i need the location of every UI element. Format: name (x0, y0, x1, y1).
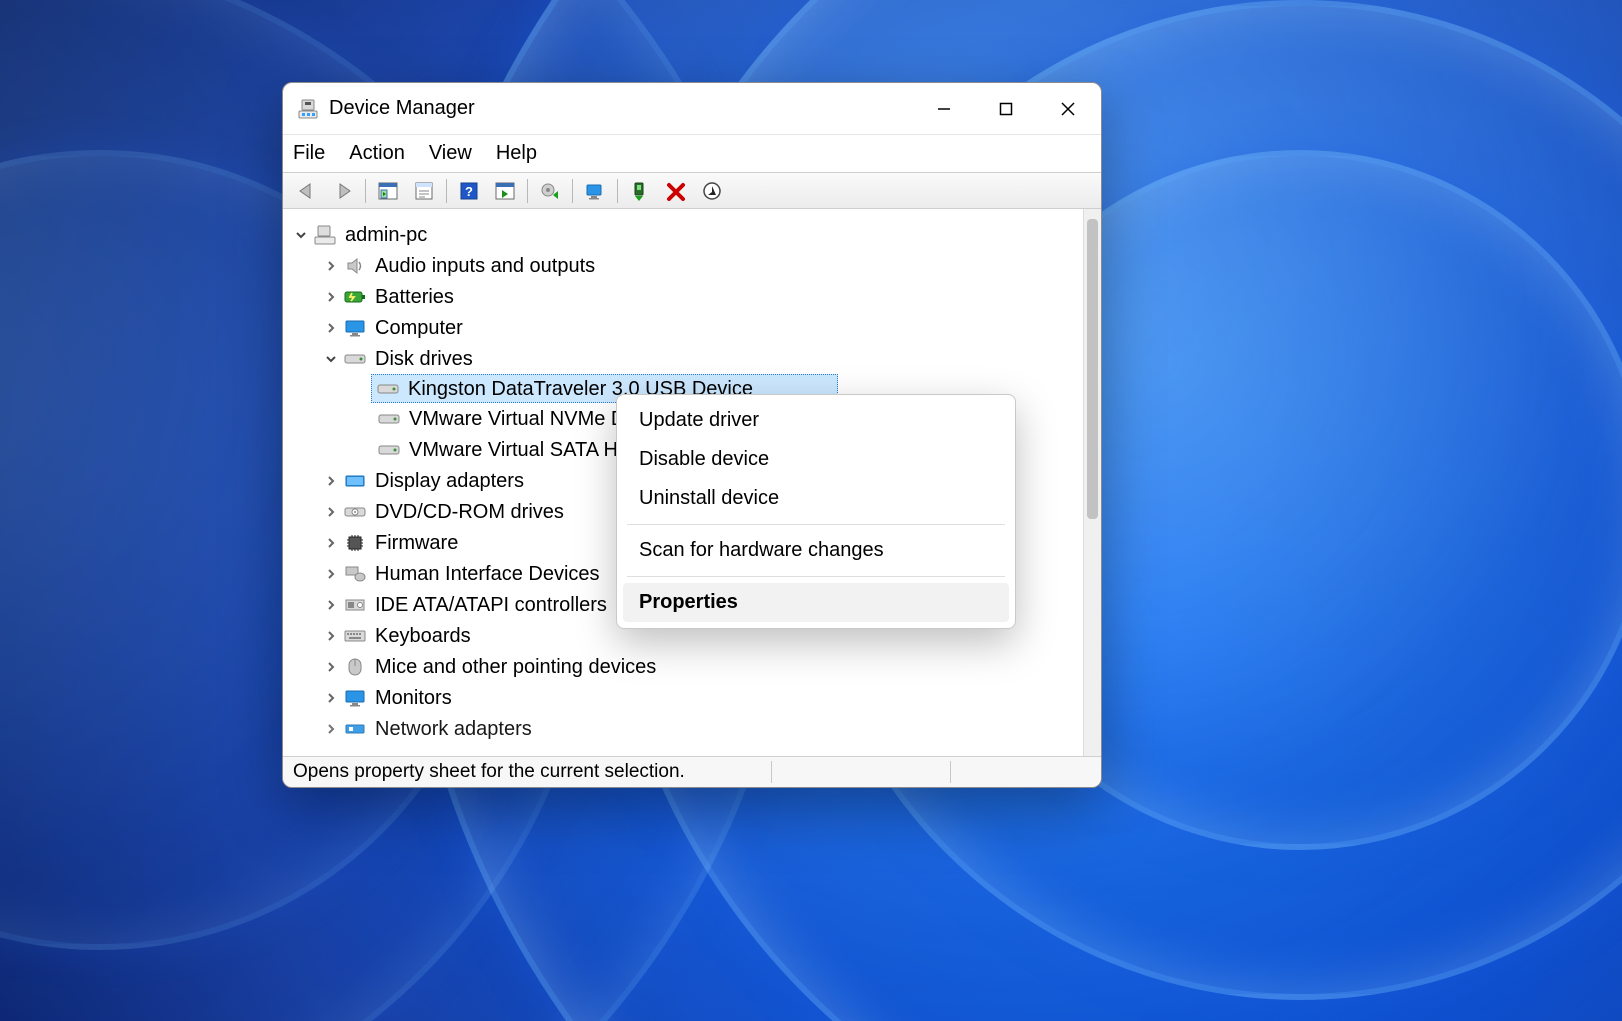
ctx-update-driver[interactable]: Update driver (617, 401, 1015, 440)
disable-device-button[interactable] (660, 177, 692, 205)
chevron-right-icon[interactable] (321, 318, 341, 338)
chevron-right-icon[interactable] (321, 564, 341, 584)
hid-icon (343, 562, 367, 586)
device-manager-icon (297, 98, 319, 120)
firmware-chip-icon (343, 531, 367, 555)
ctx-disable-device[interactable]: Disable device (617, 440, 1015, 479)
display-adapter-icon (343, 469, 367, 493)
chevron-down-icon[interactable] (291, 225, 311, 245)
action-list-button[interactable] (489, 177, 521, 205)
back-button[interactable] (291, 177, 323, 205)
minimize-button[interactable] (913, 89, 975, 129)
dvd-drive-icon (343, 500, 367, 524)
computer-icon (313, 223, 337, 247)
disk-drive-icon (377, 438, 401, 462)
tree-label: admin-pc (345, 225, 427, 245)
tree-label: Keyboards (375, 626, 471, 646)
tree-category-mice[interactable]: Mice and other pointing devices (291, 651, 1079, 682)
tree-label: Monitors (375, 688, 452, 708)
ctx-uninstall-device[interactable]: Uninstall device (617, 479, 1015, 518)
tree-label: Computer (375, 318, 463, 338)
tree-category-computer[interactable]: Computer (291, 312, 1079, 343)
tree-category-batteries[interactable]: Batteries (291, 281, 1079, 312)
update-driver-button[interactable] (534, 177, 566, 205)
maximize-button[interactable] (975, 89, 1037, 129)
tree-label: Firmware (375, 533, 458, 553)
chevron-down-icon[interactable] (321, 349, 341, 369)
menu-file[interactable]: File (293, 142, 325, 165)
disk-drive-icon (376, 377, 400, 401)
enable-device-button[interactable] (624, 177, 656, 205)
tree-label: VMware Virtual NVMe Disk (409, 409, 650, 429)
tree-label: Display adapters (375, 471, 524, 491)
speaker-icon (343, 254, 367, 278)
tree-category-network[interactable]: Network adapters (291, 713, 1079, 744)
tree-label: Batteries (375, 287, 454, 307)
tree-category-audio[interactable]: Audio inputs and outputs (291, 250, 1079, 281)
tree-label: IDE ATA/ATAPI controllers (375, 595, 607, 615)
chevron-right-icon[interactable] (321, 256, 341, 276)
chevron-right-icon[interactable] (321, 471, 341, 491)
chevron-right-icon[interactable] (321, 533, 341, 553)
battery-icon (343, 285, 367, 309)
ctx-properties[interactable]: Properties (623, 583, 1009, 622)
desktop-wallpaper: Device Manager File Action View Help (0, 0, 1622, 1021)
context-menu-separator (627, 576, 1005, 577)
help-button[interactable]: ? (453, 177, 485, 205)
scrollbar-thumb[interactable] (1087, 219, 1098, 519)
tree-label: Disk drives (375, 349, 473, 369)
chevron-right-icon[interactable] (321, 657, 341, 677)
tree-category-monitors[interactable]: Monitors (291, 682, 1079, 713)
titlebar[interactable]: Device Manager (283, 83, 1101, 135)
menu-action[interactable]: Action (349, 142, 405, 165)
context-menu: Update driver Disable device Uninstall d… (616, 394, 1016, 629)
ctx-scan-hardware[interactable]: Scan for hardware changes (617, 531, 1015, 570)
chevron-right-icon[interactable] (321, 502, 341, 522)
chevron-right-icon[interactable] (321, 287, 341, 307)
menubar: File Action View Help (283, 135, 1101, 173)
show-hide-tree-button[interactable] (372, 177, 404, 205)
monitor-icon (343, 686, 367, 710)
menu-view[interactable]: View (429, 142, 472, 165)
menu-help[interactable]: Help (496, 142, 537, 165)
ide-controller-icon (343, 593, 367, 617)
tree-label: Audio inputs and outputs (375, 256, 595, 276)
disk-drive-icon (343, 347, 367, 371)
window-title: Device Manager (329, 97, 475, 120)
scan-button[interactable] (579, 177, 611, 205)
monitor-icon (343, 316, 367, 340)
context-menu-separator (627, 524, 1005, 525)
forward-button[interactable] (327, 177, 359, 205)
toolbar: ? (283, 173, 1101, 209)
close-button[interactable] (1037, 89, 1099, 129)
tree-label: Network adapters (375, 719, 532, 739)
disk-drive-icon (377, 407, 401, 431)
scrollbar[interactable] (1083, 209, 1101, 756)
svg-text:?: ? (465, 184, 473, 199)
tree-root[interactable]: admin-pc (291, 219, 1079, 250)
keyboard-icon (343, 624, 367, 648)
chevron-right-icon[interactable] (321, 688, 341, 708)
chevron-right-icon[interactable] (321, 595, 341, 615)
tree-label: Mice and other pointing devices (375, 657, 656, 677)
statusbar-text: Opens property sheet for the current sel… (289, 761, 767, 783)
chevron-right-icon[interactable] (321, 626, 341, 646)
properties-button[interactable] (408, 177, 440, 205)
uninstall-device-button[interactable] (696, 177, 728, 205)
tree-label: DVD/CD-ROM drives (375, 502, 564, 522)
mouse-icon (343, 655, 367, 679)
tree-label: Human Interface Devices (375, 564, 600, 584)
chevron-right-icon[interactable] (321, 719, 341, 739)
tree-category-disk-drives[interactable]: Disk drives (291, 343, 1079, 374)
network-adapter-icon (343, 717, 367, 741)
statusbar: Opens property sheet for the current sel… (283, 757, 1101, 787)
